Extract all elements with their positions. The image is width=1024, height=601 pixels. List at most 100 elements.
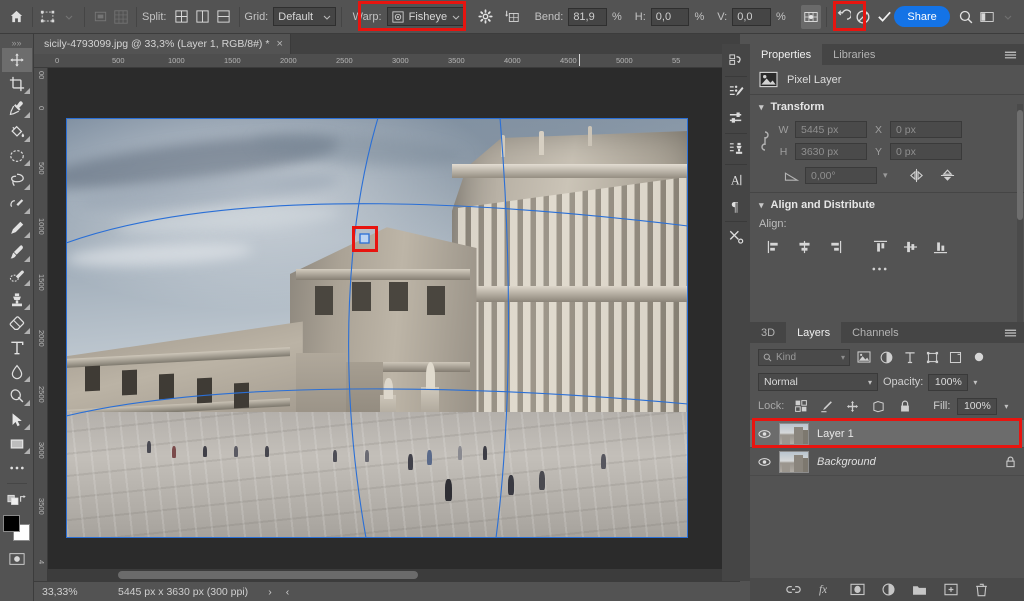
brush-tool[interactable] [2, 240, 32, 264]
layer-thumbnail[interactable] [779, 422, 809, 445]
tab-channels[interactable]: Channels [841, 322, 909, 343]
align-bottom-edges-icon[interactable] [929, 237, 951, 257]
elliptical-marquee-tool[interactable] [2, 144, 32, 168]
transform-selection-icon[interactable] [38, 5, 59, 29]
paragraph-panel-icon[interactable]: ¶ [723, 193, 749, 219]
new-group-icon[interactable] [912, 584, 927, 596]
edit-toolbar-button[interactable] [2, 456, 32, 480]
dodge-tool[interactable] [2, 384, 32, 408]
lock-icon[interactable] [1005, 455, 1016, 468]
split-grid-icon[interactable] [171, 5, 192, 29]
h-input[interactable]: 0,0 [650, 7, 690, 26]
adjustments-panel-icon[interactable] [723, 105, 749, 131]
scrollbar-thumb[interactable] [118, 571, 418, 579]
add-layer-mask-icon[interactable] [850, 583, 865, 596]
grid-preset-select[interactable]: Default [273, 7, 336, 26]
lasso-tool[interactable] [2, 168, 32, 192]
clone-stamp-tool[interactable] [2, 288, 32, 312]
workspace-switcher-icon[interactable] [976, 5, 997, 29]
y-input[interactable]: 0 px [890, 143, 962, 160]
properties-scrollbar[interactable] [1017, 104, 1023, 334]
flip-vertical-icon[interactable] [939, 168, 956, 183]
commit-checkmark-icon[interactable] [874, 5, 895, 29]
v-input[interactable]: 0,0 [732, 7, 771, 26]
link-layers-icon[interactable] [786, 584, 801, 595]
flip-horizontal-icon[interactable] [908, 168, 925, 183]
delete-layer-icon[interactable] [975, 583, 988, 597]
swap-colors-icon[interactable] [2, 487, 32, 511]
fill-input[interactable]: 100% [957, 397, 998, 415]
color-swatches[interactable] [2, 515, 31, 541]
layer-name[interactable]: Background [817, 456, 876, 468]
lock-artboard-nesting-icon[interactable] [869, 397, 888, 415]
filter-kind-select[interactable]: Kind ▾ [758, 348, 850, 366]
paint-bucket-tool[interactable] [2, 120, 32, 144]
move-tool[interactable] [1, 48, 32, 72]
filter-toggle-icon[interactable] [969, 348, 988, 366]
close-icon[interactable]: × [276, 38, 282, 50]
transform-section-header[interactable]: ▾ Transform [759, 101, 1015, 113]
crop-tool[interactable] [2, 72, 32, 96]
spot-healing-tool[interactable] [2, 264, 32, 288]
tab-libraries[interactable]: Libraries [822, 44, 886, 65]
filter-smart-object-icon[interactable] [946, 348, 965, 366]
prev-info-icon[interactable]: ‹ [286, 586, 290, 598]
link-constrain-icon[interactable] [759, 128, 771, 154]
scrollbar-thumb[interactable] [1017, 110, 1023, 220]
height-input[interactable]: 3630 px [795, 143, 867, 160]
lock-position-icon[interactable] [843, 397, 862, 415]
eye-visibility-icon[interactable] [758, 457, 771, 467]
lock-image-pixels-icon[interactable] [817, 397, 836, 415]
layer-row-layer-1[interactable]: Layer 1 [750, 420, 1024, 448]
split-horizontal-icon[interactable] [213, 5, 234, 29]
type-tool[interactable] [2, 336, 32, 360]
x-input[interactable]: 0 px [890, 121, 962, 138]
warp-split-icon[interactable] [502, 5, 523, 29]
layer-row-background[interactable]: Background [750, 448, 1024, 476]
split-vertical-icon[interactable] [192, 5, 213, 29]
tool-presets-panel-icon[interactable] [723, 224, 749, 250]
toggle-warp-grid-icon[interactable] [800, 4, 822, 29]
reset-icon[interactable] [832, 5, 853, 29]
healing-brush-tool[interactable] [2, 192, 32, 216]
eyedropper-tool[interactable] [2, 96, 32, 120]
image-artboard[interactable] [66, 118, 688, 538]
home-icon[interactable] [6, 5, 27, 29]
layer-style-fx-icon[interactable]: fx [818, 583, 833, 596]
more-options-icon[interactable] [871, 266, 888, 272]
panel-menu-icon[interactable] [1004, 328, 1017, 339]
eye-visibility-icon[interactable] [758, 429, 771, 439]
eraser-tool[interactable] [2, 312, 32, 336]
tab-properties[interactable]: Properties [750, 44, 823, 65]
search-icon[interactable] [956, 5, 977, 29]
filter-type-icon[interactable] [900, 348, 919, 366]
rectangle-tool[interactable] [2, 432, 32, 456]
panel-menu-icon[interactable] [1004, 50, 1017, 61]
new-layer-icon[interactable] [944, 583, 958, 596]
character-panel-icon[interactable]: A [723, 167, 749, 193]
filter-shape-icon[interactable] [923, 348, 942, 366]
align-top-edges-icon[interactable] [869, 237, 891, 257]
gear-icon[interactable] [475, 5, 496, 29]
blend-mode-select[interactable]: Normal ▾ [758, 373, 878, 391]
warp-preset-select[interactable]: Fisheye [386, 7, 466, 26]
width-input[interactable]: 5445 px [795, 121, 867, 138]
share-button[interactable]: Share [894, 6, 950, 27]
tab-layers[interactable]: Layers [786, 322, 842, 343]
lock-transparent-pixels-icon[interactable] [791, 397, 810, 415]
align-right-edges-icon[interactable] [823, 237, 845, 257]
lock-all-icon[interactable] [895, 397, 914, 415]
quick-mask-icon[interactable] [2, 547, 32, 571]
foreground-color-swatch[interactable] [2, 515, 20, 532]
chevron-down-icon[interactable]: ▾ [883, 170, 888, 181]
tab-3d[interactable]: 3D [750, 322, 786, 343]
angle-input[interactable]: 0,00° [805, 167, 877, 184]
history-panel-icon[interactable] [723, 48, 749, 74]
canvas-area[interactable] [48, 68, 740, 581]
layer-thumbnail[interactable] [779, 450, 809, 473]
layer-name[interactable]: Layer 1 [817, 428, 854, 440]
bend-input[interactable]: 81,9 [568, 7, 607, 26]
document-tab[interactable]: sicily-4793099.jpg @ 33,3% (Layer 1, RGB… [34, 34, 291, 54]
blur-tool[interactable] [2, 360, 32, 384]
cancel-icon[interactable] [853, 5, 874, 29]
